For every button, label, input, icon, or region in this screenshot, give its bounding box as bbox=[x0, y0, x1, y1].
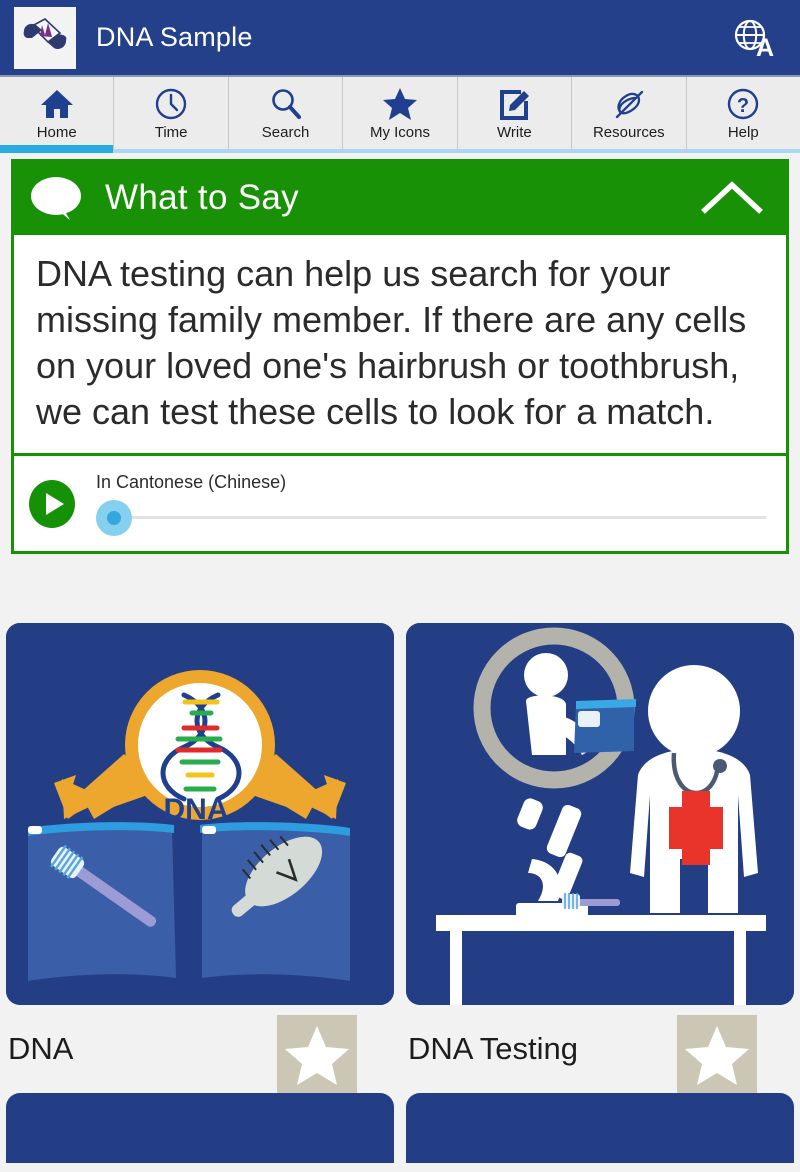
magnifier-icon bbox=[269, 85, 303, 123]
speech-bubble-icon bbox=[29, 175, 87, 221]
tab-home[interactable]: Home bbox=[0, 77, 115, 153]
tab-resources[interactable]: Resources bbox=[572, 77, 687, 153]
paperclip-icon bbox=[612, 85, 646, 123]
card-dna-image[interactable]: DNA bbox=[6, 623, 394, 1005]
card-row-2 bbox=[0, 1093, 800, 1163]
what-to-say-text: DNA testing can help us search for your … bbox=[36, 253, 747, 432]
icon-card-grid: DNA DNA DNA Testing bbox=[0, 623, 800, 1163]
svg-text:DNA: DNA bbox=[164, 793, 229, 826]
card-placeholder-3-image[interactable] bbox=[6, 1093, 394, 1163]
tab-search[interactable]: Search bbox=[228, 77, 344, 153]
home-icon bbox=[40, 85, 74, 123]
audio-progress-slider[interactable] bbox=[96, 497, 766, 537]
star-icon bbox=[382, 85, 418, 123]
what-to-say-header[interactable]: What to Say bbox=[13, 161, 787, 235]
tab-my-icons[interactable]: My Icons bbox=[343, 77, 458, 153]
star-icon bbox=[685, 1026, 749, 1085]
card-row-1: DNA DNA DNA Testing bbox=[0, 623, 800, 1095]
tab-write-label: Write bbox=[497, 124, 532, 141]
card-placeholder-3[interactable] bbox=[0, 1093, 400, 1163]
play-button[interactable] bbox=[28, 480, 76, 528]
card-placeholder-4-image[interactable] bbox=[406, 1093, 794, 1163]
tab-time[interactable]: Time bbox=[114, 77, 229, 153]
question-circle-icon: ? bbox=[726, 85, 760, 123]
title-bar: DNA Sample A bbox=[0, 0, 800, 75]
hands-holding-document-icon bbox=[23, 17, 67, 49]
app-icon[interactable] bbox=[14, 6, 76, 69]
doctor-microscope-toothbrush-illustration bbox=[406, 623, 794, 1005]
tab-my-icons-label: My Icons bbox=[369, 124, 430, 141]
what-to-say-title: What to Say bbox=[105, 178, 299, 217]
slider-track bbox=[118, 516, 766, 519]
tab-write[interactable]: Write bbox=[457, 77, 573, 153]
card-placeholder-4[interactable] bbox=[400, 1093, 800, 1163]
app-title: DNA Sample bbox=[96, 22, 253, 52]
chevron-up-icon[interactable] bbox=[701, 178, 763, 218]
tab-search-label: Search bbox=[261, 124, 310, 141]
main-tab-bar: Home Time Search My Icons Write Resource… bbox=[0, 75, 800, 153]
star-icon bbox=[285, 1026, 349, 1085]
globe-a-icon: A bbox=[734, 19, 774, 62]
dna-magnifier-toothbrush-hairbrush-illustration: DNA bbox=[6, 623, 394, 1005]
tab-home-label: Home bbox=[36, 124, 77, 141]
audio-player: In Cantonese (Chinese) bbox=[14, 456, 786, 551]
card-dna-footer: DNA bbox=[0, 1005, 400, 1095]
clock-icon bbox=[154, 85, 188, 123]
slider-thumb[interactable] bbox=[107, 511, 121, 525]
card-dna[interactable]: DNA DNA bbox=[0, 623, 400, 1095]
favorite-button-dna[interactable] bbox=[277, 1015, 357, 1095]
card-dna-testing[interactable]: DNA Testing bbox=[400, 623, 800, 1095]
card-dna-testing-label: DNA Testing bbox=[408, 1031, 579, 1066]
tab-time-label: Time bbox=[154, 124, 188, 141]
language-button[interactable]: A bbox=[726, 11, 780, 65]
card-dna-testing-footer: DNA Testing bbox=[400, 1005, 800, 1095]
card-dna-testing-image[interactable] bbox=[406, 623, 794, 1005]
play-circle-icon bbox=[29, 480, 75, 528]
card-dna-label: DNA bbox=[8, 1031, 74, 1066]
what-to-say-panel: What to Say DNA testing can help us sear… bbox=[11, 159, 789, 554]
tab-help[interactable]: ? Help bbox=[686, 77, 800, 153]
svg-text:A: A bbox=[756, 34, 774, 62]
what-to-say-body: DNA testing can help us search for your … bbox=[14, 235, 786, 456]
pencil-square-icon bbox=[497, 85, 531, 123]
svg-text:?: ? bbox=[737, 95, 749, 117]
audio-language-label: In Cantonese (Chinese) bbox=[96, 472, 287, 492]
tab-help-label: Help bbox=[727, 124, 759, 141]
favorite-button-dna-testing[interactable] bbox=[677, 1015, 757, 1095]
tab-resources-label: Resources bbox=[592, 124, 665, 141]
